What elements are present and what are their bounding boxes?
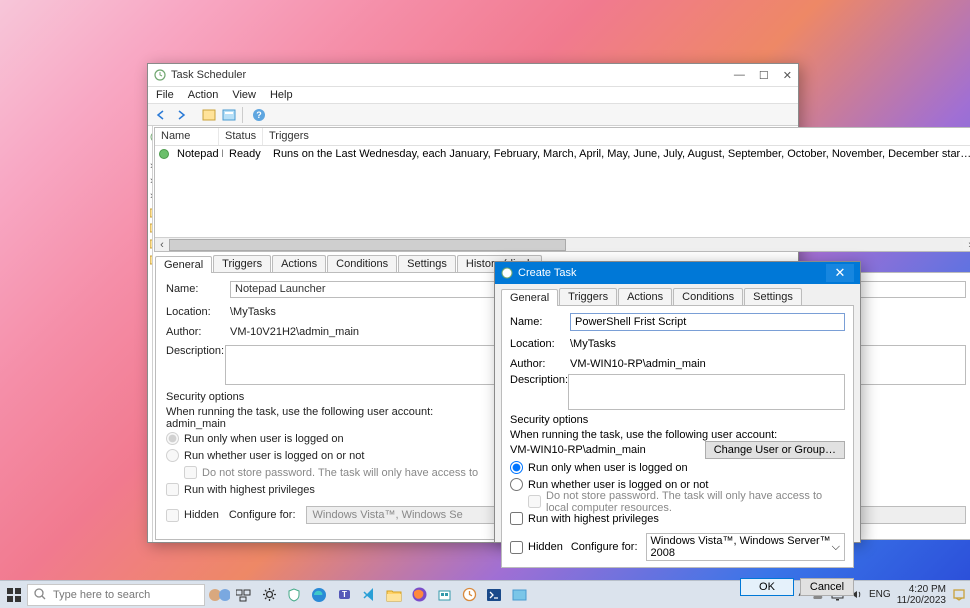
search-placeholder: Type here to search [53,589,150,601]
toolbar-icon-2[interactable] [220,106,238,124]
vscode-icon[interactable] [358,584,380,606]
hidden-check [166,509,179,522]
change-user-button[interactable]: Change User or Group… [705,441,845,459]
tab-general[interactable]: General [155,256,212,273]
dlg-run-always-radio[interactable] [510,478,523,491]
dlg-tab-general[interactable]: General [501,289,558,306]
edge-icon[interactable] [308,584,330,606]
tab-settings[interactable]: Settings [398,255,456,272]
dlg-name-input[interactable] [570,313,845,331]
tab-triggers[interactable]: Triggers [213,255,271,272]
settings-icon[interactable] [258,584,280,606]
explorer-icon[interactable] [383,584,405,606]
chevron-down-icon: ⌵ [832,541,840,554]
dlg-tab-triggers[interactable]: Triggers [559,288,617,305]
tab-actions[interactable]: Actions [272,255,326,272]
search-icon [34,588,47,601]
dialog-close-button[interactable]: ✕ [826,264,854,282]
toolbar-icon-1[interactable] [200,106,218,124]
dlg-security-user: VM-WIN10-RP\admin_main [510,444,701,456]
app-icon [154,69,166,81]
back-button[interactable] [152,106,170,124]
task-list[interactable]: Name Status Triggers Notepad La… Ready R… [154,127,970,252]
store-icon[interactable] [433,584,455,606]
window-title: Task Scheduler [171,69,246,81]
svg-text:?: ? [256,110,262,120]
cortana-icon[interactable] [208,584,230,606]
scroll-left-icon[interactable]: ‹ [155,239,169,251]
dlg-tab-settings[interactable]: Settings [744,288,802,305]
task-scheduler-taskbar-icon[interactable] [458,584,480,606]
dlg-tab-actions[interactable]: Actions [618,288,672,305]
highest-priv-check [166,483,179,496]
titlebar[interactable]: Task Scheduler — ☐ ✕ [148,64,798,86]
dlg-description-input[interactable] [568,374,845,410]
security-icon[interactable] [283,584,305,606]
cancel-button[interactable]: Cancel [800,578,854,596]
menu-action[interactable]: Action [188,89,219,101]
teams-icon[interactable]: T [333,584,355,606]
dialog-title: Create Task [518,267,577,279]
task-row[interactable]: Notepad La… Ready Runs on the Last Wedne… [155,146,970,162]
forward-button[interactable] [172,106,190,124]
dlg-author: VM-WIN10-RP\admin_main [570,358,706,370]
start-button[interactable] [4,585,24,605]
dlg-hidden-check[interactable] [510,541,523,554]
dialog-general-pane: Name: Location:\MyTasks Author:VM-WIN10-… [501,306,854,568]
language-indicator[interactable]: ENG [869,589,891,600]
dlg-location: \MyTasks [570,338,616,350]
menu-file[interactable]: File [156,89,174,101]
toolbar: ? [148,104,798,126]
run-logged-on-radio [166,432,179,445]
task-view-icon[interactable] [233,584,255,606]
scroll-right-icon[interactable]: › [963,239,970,251]
menu-help[interactable]: Help [270,89,293,101]
create-task-dialog: Create Task ✕ General Triggers Actions C… [494,261,861,543]
notifications-icon[interactable] [952,588,966,602]
help-button[interactable]: ? [250,106,268,124]
tab-conditions[interactable]: Conditions [327,255,397,272]
menu-view[interactable]: View [232,89,256,101]
clock[interactable]: 4:20 PM 11/20/2023 [897,584,946,606]
status-icon [159,149,169,159]
minimize-button[interactable]: — [734,69,745,82]
run-always-radio [166,449,179,462]
horizontal-scrollbar[interactable]: ‹ › [155,237,970,251]
dlg-run-logged-on-radio[interactable] [510,461,523,474]
svg-text:T: T [342,590,347,599]
task-list-header: Name Status Triggers [155,128,970,146]
maximize-button[interactable]: ☐ [759,69,769,82]
menu-bar: File Action View Help [148,86,798,104]
close-button[interactable]: ✕ [783,69,792,82]
no-store-password-check [184,466,197,479]
dlg-tab-conditions[interactable]: Conditions [673,288,743,305]
search-box[interactable]: Type here to search [27,584,205,606]
firefox-icon[interactable] [408,584,430,606]
dialog-tabs: General Triggers Actions Conditions Sett… [501,288,854,306]
dialog-titlebar[interactable]: Create Task ✕ [495,262,860,284]
dlg-configure-for-combo[interactable]: Windows Vista™, Windows Server™ 2008⌵ [646,533,845,561]
ok-button[interactable]: OK [740,578,794,596]
dlg-no-store-password-check [528,495,541,508]
scroll-thumb[interactable] [169,239,566,251]
dlg-highest-priv-check[interactable] [510,512,523,525]
dialog-icon [501,267,513,279]
